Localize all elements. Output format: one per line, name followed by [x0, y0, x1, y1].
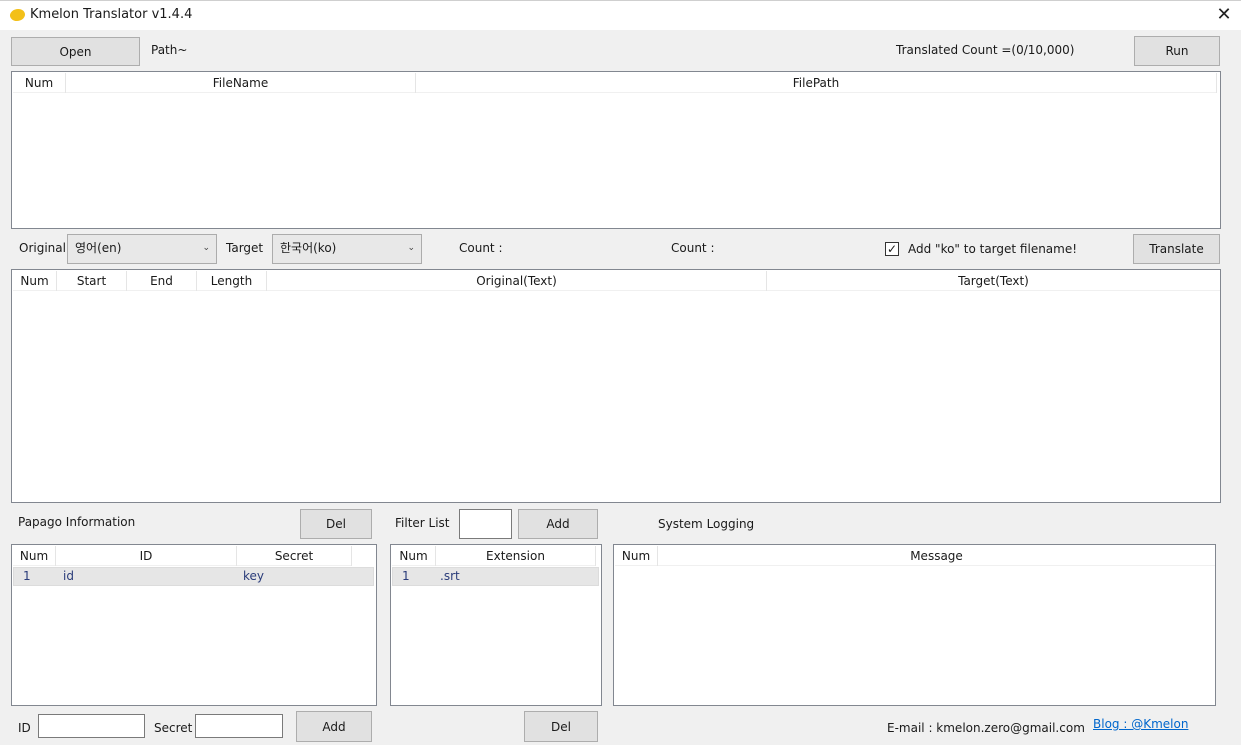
- secret-input[interactable]: [195, 714, 283, 738]
- filter-add-button[interactable]: Add: [518, 509, 598, 539]
- filter-section-label: Filter List: [395, 516, 450, 530]
- filter-table[interactable]: Num Extension 1 .srt: [390, 544, 602, 706]
- column-header-extension[interactable]: Extension: [436, 546, 596, 566]
- row-id: id: [63, 569, 74, 583]
- id-input[interactable]: [38, 714, 145, 738]
- add-ko-checkbox[interactable]: ✓: [885, 242, 899, 256]
- secret-label: Secret: [154, 721, 193, 735]
- column-header-end[interactable]: End: [127, 271, 197, 291]
- email-text: E-mail : kmelon.zero@gmail.com: [887, 721, 1085, 735]
- chevron-down-icon: ⌄: [202, 243, 210, 253]
- column-header-num[interactable]: Num: [615, 546, 658, 566]
- column-header-filename[interactable]: FileName: [66, 73, 416, 93]
- checkmark-icon: ✓: [886, 242, 898, 256]
- original-language-select[interactable]: 영어(en) ⌄: [67, 234, 217, 264]
- logging-table-header: Num Message: [615, 546, 1215, 566]
- papago-del-button[interactable]: Del: [300, 509, 372, 539]
- table-row[interactable]: 1 .srt: [392, 567, 599, 586]
- papago-table[interactable]: Num ID Secret 1 id key: [11, 544, 377, 706]
- add-ko-label: Add "ko" to target filename!: [908, 242, 1078, 256]
- close-icon[interactable]: ✕: [1212, 4, 1236, 26]
- original-count-label: Count :: [459, 241, 503, 255]
- column-header-filepath[interactable]: FilePath: [416, 73, 1217, 93]
- target-count-label: Count :: [671, 241, 715, 255]
- table-row[interactable]: 1 id key: [13, 567, 374, 586]
- column-header-id[interactable]: ID: [56, 546, 237, 566]
- logging-table[interactable]: Num Message: [613, 544, 1216, 706]
- files-table-header: Num FileName FilePath: [13, 73, 1217, 93]
- filter-input[interactable]: [459, 509, 512, 539]
- column-header-original-text[interactable]: Original(Text): [267, 271, 767, 291]
- target-language-value: 한국어(ko): [280, 241, 337, 255]
- row-num: 1: [402, 569, 410, 583]
- subtitle-table[interactable]: Num Start End Length Original(Text) Targ…: [11, 269, 1221, 503]
- column-header-message[interactable]: Message: [658, 546, 1215, 566]
- original-label: Original: [19, 241, 66, 255]
- column-header-num[interactable]: Num: [13, 73, 66, 93]
- subtitle-table-header: Num Start End Length Original(Text) Targ…: [13, 271, 1220, 291]
- target-language-select[interactable]: 한국어(ko) ⌄: [272, 234, 422, 264]
- row-num: 1: [23, 569, 31, 583]
- column-header-num[interactable]: Num: [13, 546, 56, 566]
- blog-link[interactable]: Blog : @Kmelon: [1093, 717, 1188, 731]
- papago-section-label: Papago Information: [18, 515, 136, 529]
- column-header-target-text[interactable]: Target(Text): [767, 271, 1220, 291]
- translate-button[interactable]: Translate: [1133, 234, 1220, 264]
- chevron-down-icon: ⌄: [407, 243, 415, 253]
- open-button[interactable]: Open: [11, 37, 140, 66]
- translated-count: Translated Count =(0/10,000): [896, 43, 1075, 57]
- window-title: Kmelon Translator v1.4.4: [30, 7, 193, 22]
- files-table[interactable]: Num FileName FilePath: [11, 71, 1221, 229]
- papago-add-button[interactable]: Add: [296, 711, 372, 742]
- row-secret: key: [243, 569, 265, 583]
- column-header-start[interactable]: Start: [57, 271, 127, 291]
- id-label: ID: [18, 721, 31, 735]
- target-label: Target: [226, 241, 264, 255]
- run-button[interactable]: Run: [1134, 36, 1220, 66]
- logging-section-label: System Logging: [658, 517, 755, 531]
- column-header-num[interactable]: Num: [13, 271, 57, 291]
- filter-del-button[interactable]: Del: [524, 711, 598, 742]
- column-header-length[interactable]: Length: [197, 271, 267, 291]
- original-language-value: 영어(en): [75, 241, 122, 255]
- papago-table-header: Num ID Secret: [13, 546, 352, 566]
- column-header-num[interactable]: Num: [392, 546, 436, 566]
- path-label: Path~: [151, 43, 188, 57]
- filter-table-header: Num Extension: [392, 546, 596, 566]
- column-header-secret[interactable]: Secret: [237, 546, 352, 566]
- row-extension: .srt: [440, 569, 460, 583]
